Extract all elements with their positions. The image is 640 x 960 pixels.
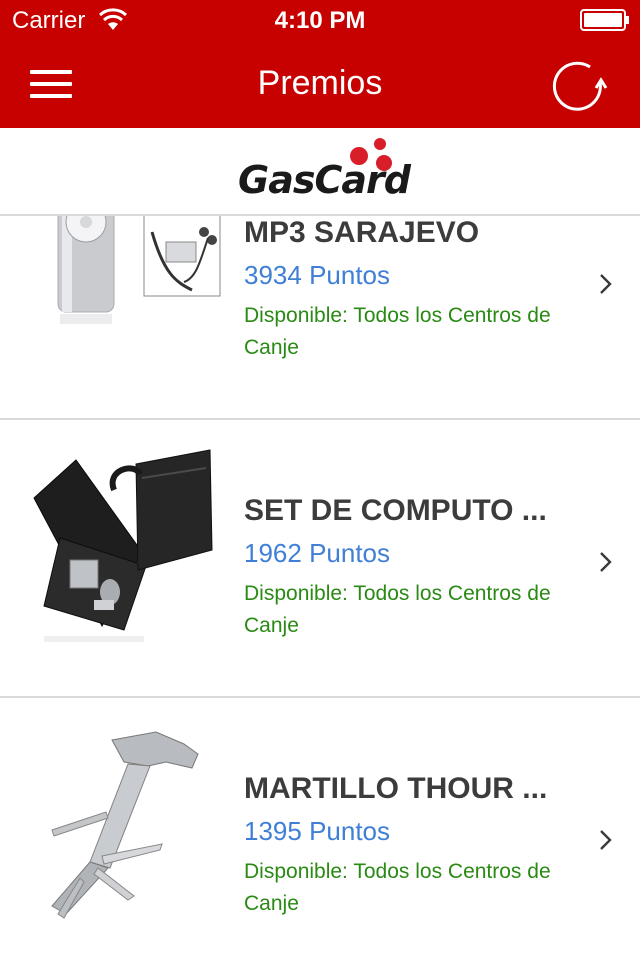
top-bar: Carrier 4:10 PM Premios (0, 0, 640, 128)
list-item[interactable]: SET DE COMPUTO ... 1962 Puntos Disponibl… (0, 420, 640, 698)
chevron-right-icon (600, 830, 612, 850)
item-name: MP3 SARAJEVO (244, 216, 480, 249)
clock: 4:10 PM (274, 7, 366, 34)
refresh-icon[interactable] (548, 58, 610, 114)
battery-icon (580, 9, 629, 31)
item-name: SET DE COMPUTO ... (244, 494, 547, 527)
logo-dots-icon (350, 138, 392, 171)
item-points: 3934 Puntos (244, 260, 391, 290)
chevron-right-icon (600, 552, 612, 572)
item-availability: Disponible: Todos los Centros de Canje (244, 582, 551, 637)
item-name: MARTILLO THOUR ... (244, 772, 548, 805)
multitool-hammer-image (51, 731, 199, 919)
item-availability: Disponible: Todos los Centros de Canje (244, 304, 551, 359)
navigation-bar: Premios (0, 40, 640, 128)
list-item[interactable]: MARTILLO THOUR ... 1395 Puntos Disponibl… (0, 698, 640, 960)
item-availability: Disponible: Todos los Centros de Canje (244, 860, 551, 915)
item-points: 1395 Puntos (244, 816, 391, 846)
status-bar: Carrier 4:10 PM (0, 0, 640, 40)
chevron-right-icon (600, 274, 612, 294)
page-title: Premios (257, 64, 383, 102)
item-points: 1962 Puntos (244, 538, 391, 568)
prize-list: MP3 SARAJEVO 3934 Puntos Disponible: Tod… (0, 216, 640, 960)
mp3-player-image (57, 216, 221, 324)
computer-set-image (33, 449, 213, 642)
list-item[interactable]: MP3 SARAJEVO 3934 Puntos Disponible: Tod… (0, 216, 640, 420)
